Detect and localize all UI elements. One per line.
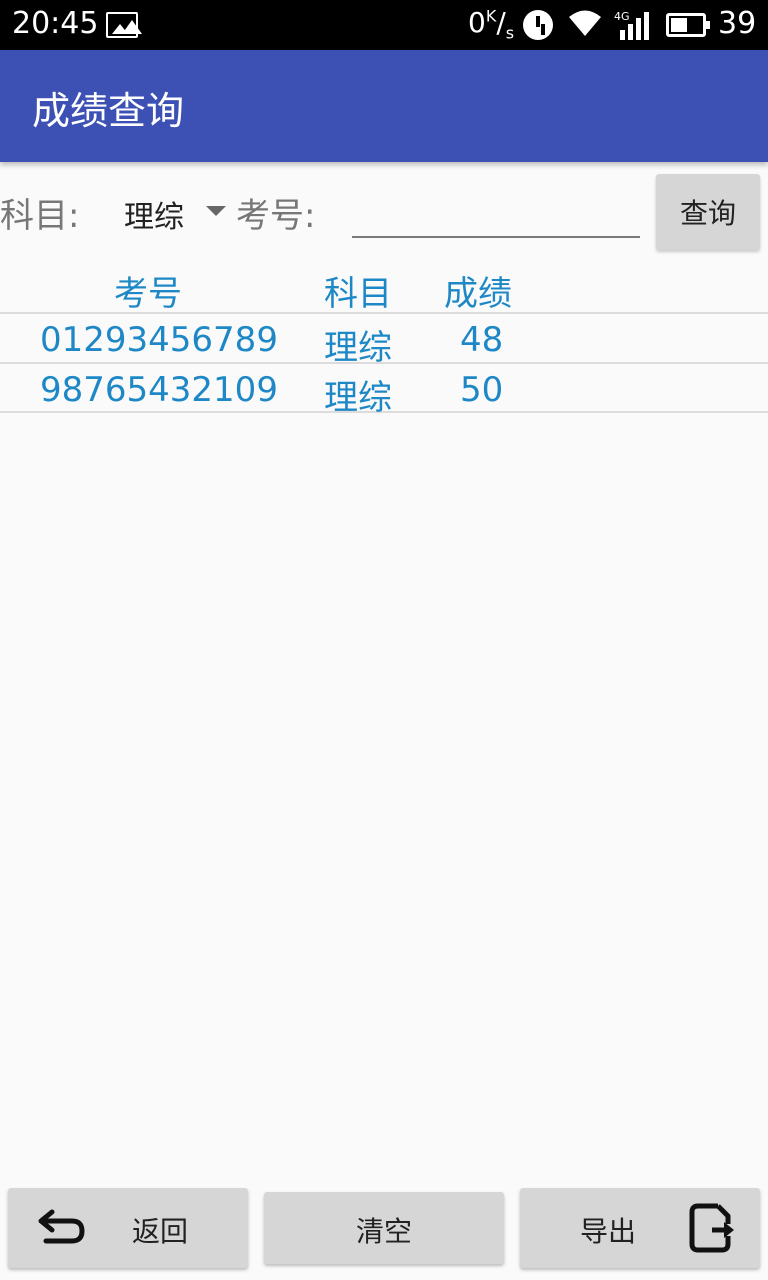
- subject-spinner-value: 理综: [124, 200, 184, 235]
- query-button[interactable]: 查询: [656, 174, 760, 250]
- header-score: 成绩: [444, 274, 512, 314]
- export-button-label: 导出: [580, 1216, 637, 1247]
- header-subject: 科目: [324, 274, 392, 314]
- image-icon: [106, 12, 142, 38]
- wifi-icon: [566, 8, 604, 46]
- battery-icon: [666, 13, 710, 37]
- battery-level: 39: [718, 6, 757, 41]
- back-button-label: 返回: [132, 1216, 189, 1247]
- status-bar: 20:45 0K/s 4G 39: [0, 0, 768, 50]
- export-button[interactable]: 导出: [520, 1188, 760, 1268]
- app-bar: 成绩查询: [0, 50, 768, 162]
- cell-subject: 理综: [324, 378, 392, 418]
- status-time: 20:45: [12, 6, 99, 41]
- cell-exam-number: 98765432109: [40, 370, 278, 410]
- exam-number-label: 考号:: [236, 196, 316, 236]
- network-type: 4G: [614, 10, 630, 23]
- header-exam-number: 考号: [114, 274, 182, 314]
- export-file-icon: [689, 1203, 734, 1253]
- back-arrow-icon: [38, 1209, 85, 1244]
- dropdown-arrow-icon[interactable]: [206, 206, 226, 216]
- clear-button-label: 清空: [356, 1216, 413, 1247]
- cell-exam-number: 01293456789: [40, 320, 278, 360]
- signal-icon: 4G: [614, 10, 652, 40]
- table-row[interactable]: 98765432109 理综 50: [0, 362, 768, 418]
- network-speed: 0K/s: [468, 6, 515, 43]
- alarm-icon: [523, 10, 553, 40]
- exam-number-input[interactable]: [352, 176, 640, 238]
- cell-score: 48: [460, 320, 504, 360]
- table-row[interactable]: 01293456789 理综 48: [0, 312, 768, 368]
- cell-score: 50: [460, 370, 504, 410]
- back-button[interactable]: 返回: [8, 1188, 248, 1268]
- subject-label: 科目:: [0, 196, 80, 236]
- page-title: 成绩查询: [32, 89, 185, 133]
- clear-button[interactable]: 清空: [264, 1192, 504, 1264]
